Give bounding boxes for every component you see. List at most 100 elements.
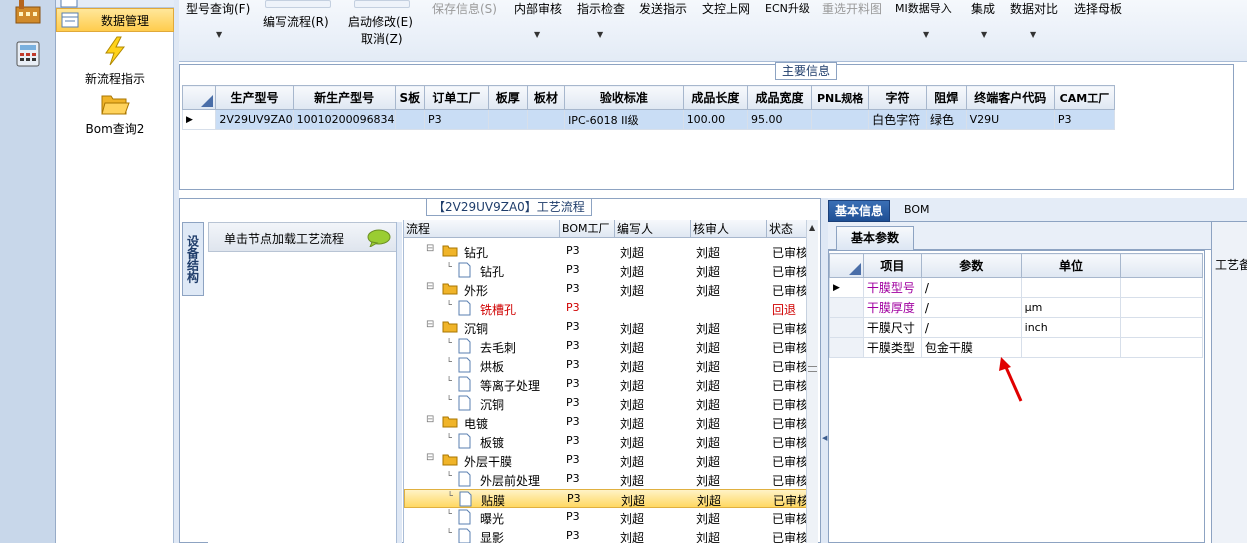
table-cell[interactable]: P3 bbox=[424, 109, 489, 130]
tree-row[interactable]: └ 外层前处理 P3 刘超 刘超 已审核 bbox=[404, 470, 808, 489]
tab-bom[interactable]: BOM bbox=[898, 200, 936, 222]
column-header[interactable]: 生产型号 bbox=[215, 85, 294, 110]
table-cell[interactable]: 白色字符 bbox=[868, 109, 927, 130]
table-cell[interactable]: 10010200096834 bbox=[292, 109, 396, 130]
internal-review-button[interactable]: 内部审核 bbox=[514, 0, 562, 17]
tree-row[interactable]: └ 显影 P3 刘超 刘超 已审核 bbox=[404, 527, 808, 543]
collapse-arrow-icon[interactable]: ◀ bbox=[822, 434, 827, 442]
load-flow-hint[interactable]: 单击节点加载工艺流程 bbox=[208, 222, 400, 252]
splitter[interactable] bbox=[396, 222, 402, 543]
table-cell[interactable]: 100.00 bbox=[682, 109, 749, 130]
chevron-down-icon[interactable]: ▼ bbox=[216, 30, 222, 39]
tree-row[interactable]: ⊟ 外层干膜 P3 刘超 刘超 已审核 bbox=[404, 451, 808, 470]
column-header[interactable]: 板材 bbox=[526, 85, 566, 110]
param-value[interactable]: / bbox=[920, 317, 1022, 338]
splitter[interactable]: ◀ bbox=[821, 198, 828, 543]
select-mother-button[interactable]: 选择母板 bbox=[1074, 0, 1122, 17]
column-header[interactable]: 成品长度 bbox=[682, 85, 749, 110]
column-header[interactable]: 订单工厂 bbox=[424, 85, 489, 110]
start-modify-button[interactable]: 启动修改(E) bbox=[348, 13, 413, 30]
column-header[interactable]: 状态 bbox=[767, 220, 808, 238]
chevron-down-icon[interactable]: ▼ bbox=[923, 30, 929, 39]
column-header[interactable]: 单位 bbox=[1020, 253, 1122, 278]
tree-row[interactable]: └ 板镀 P3 刘超 刘超 已审核 bbox=[404, 432, 808, 451]
vertical-scrollbar[interactable]: ▲ bbox=[806, 220, 818, 543]
save-info-button[interactable]: 保存信息(S) bbox=[432, 0, 497, 17]
tree-row[interactable]: ⊟ 电镀 P3 刘超 刘超 已审核 bbox=[404, 413, 808, 432]
tab-basic-params[interactable]: 基本参数 bbox=[836, 226, 915, 250]
tree-row[interactable]: └ 曝光 P3 刘超 刘超 已审核 bbox=[404, 508, 808, 527]
table-row[interactable]: ▶ 2V29UV9ZA0 10010200096834 P3 IPC-6018 … bbox=[181, 109, 1116, 130]
model-query-button[interactable]: 型号查询(F) bbox=[186, 0, 250, 17]
param-value[interactable]: / bbox=[920, 297, 1022, 318]
tab-basic-info[interactable]: 基本信息 bbox=[828, 200, 891, 222]
column-header[interactable]: 新生产型号 bbox=[292, 85, 396, 110]
chevron-down-icon[interactable]: ▼ bbox=[1030, 30, 1036, 39]
table-cell[interactable]: 95.00 bbox=[746, 109, 813, 130]
table-cell[interactable] bbox=[487, 109, 528, 130]
column-header[interactable]: 字符 bbox=[868, 85, 927, 110]
column-header[interactable]: 成品宽度 bbox=[746, 85, 813, 110]
tree-row[interactable]: └ 去毛刺 P3 刘超 刘超 已审核 bbox=[404, 337, 808, 356]
scroll-up-icon[interactable]: ▲ bbox=[809, 223, 815, 232]
tree-row[interactable]: └ 铣槽孔 P3 回退 bbox=[404, 299, 808, 318]
tree-row[interactable]: ⊟ 沉铜 P3 刘超 刘超 已审核 bbox=[404, 318, 808, 337]
doc-upload-button[interactable]: 文控上网 bbox=[702, 0, 750, 17]
column-header[interactable]: 参数 bbox=[920, 253, 1022, 278]
column-header[interactable]: 验收标准 bbox=[564, 85, 684, 110]
tree-row[interactable]: └ 沉铜 P3 刘超 刘超 已审核 bbox=[404, 394, 808, 413]
param-unit[interactable]: inch bbox=[1020, 317, 1122, 338]
calculator-icon[interactable] bbox=[12, 38, 44, 70]
send-instruction-button[interactable]: 发送指示 bbox=[639, 0, 687, 17]
column-header[interactable]: 核审人 bbox=[691, 220, 767, 238]
tree-collapse-icon[interactable]: ⊟ bbox=[426, 243, 434, 254]
tree-collapse-icon[interactable]: ⊟ bbox=[426, 414, 434, 425]
mi-import-button[interactable]: MI数据导入 bbox=[895, 0, 952, 16]
param-value[interactable]: / bbox=[920, 277, 1022, 298]
column-header[interactable]: PNL规格 bbox=[811, 85, 870, 110]
column-header[interactable]: S板 bbox=[394, 85, 426, 110]
param-unit[interactable]: μm bbox=[1020, 297, 1122, 318]
column-header[interactable]: BOM工厂 bbox=[560, 220, 615, 238]
column-header[interactable]: 板厚 bbox=[487, 85, 528, 110]
table-cell[interactable]: V29U bbox=[965, 109, 1055, 130]
table-row[interactable]: 干膜厚度 / μm bbox=[829, 297, 1203, 318]
table-cell[interactable] bbox=[394, 109, 426, 130]
cancel-button[interactable]: 取消(Z) bbox=[361, 30, 403, 47]
param-item[interactable]: 干膜尺寸 bbox=[862, 317, 922, 338]
tree-collapse-icon[interactable]: ⊟ bbox=[426, 319, 434, 330]
chevron-down-icon[interactable]: ▼ bbox=[534, 30, 540, 39]
table-row[interactable]: ▶ 干膜型号 / bbox=[829, 277, 1203, 298]
table-cell[interactable]: 2V29UV9ZA0 bbox=[215, 109, 294, 130]
column-header[interactable]: 终端客户代码 bbox=[965, 85, 1055, 110]
tree-collapse-icon[interactable]: ⊟ bbox=[426, 281, 434, 292]
tree-collapse-icon[interactable]: ⊟ bbox=[426, 452, 434, 463]
chevron-down-icon[interactable]: ▼ bbox=[597, 30, 603, 39]
instruction-check-button[interactable]: 指示检查 bbox=[577, 0, 625, 17]
column-header[interactable]: CAM工厂 bbox=[1053, 85, 1116, 110]
integration-button[interactable]: 集成 bbox=[971, 0, 995, 17]
edit-flow-button[interactable]: 编写流程(R) bbox=[263, 13, 329, 30]
tree-row[interactable]: └ 钻孔 P3 刘超 刘超 已审核 bbox=[404, 261, 808, 280]
table-cell[interactable]: P3 bbox=[1053, 109, 1116, 130]
param-item[interactable]: 干膜型号 bbox=[862, 277, 922, 298]
nav-data-management[interactable]: 数据管理 bbox=[56, 8, 174, 32]
param-item[interactable]: 干膜类型 bbox=[862, 337, 922, 358]
chevron-down-icon[interactable]: ▼ bbox=[981, 30, 987, 39]
tree-row[interactable]: ⊟ 钻孔 P3 刘超 刘超 已审核 bbox=[404, 242, 808, 261]
column-header[interactable]: 编写人 bbox=[615, 220, 691, 238]
nav-item-new-flow[interactable]: 新流程指示 bbox=[56, 36, 174, 87]
table-cell[interactable]: IPC-6018 II级 bbox=[564, 109, 684, 130]
table-cell[interactable] bbox=[526, 109, 566, 130]
param-unit[interactable] bbox=[1020, 337, 1122, 358]
reselect-cut-button[interactable]: 重选开料图 bbox=[822, 0, 882, 17]
tree-row[interactable]: ⊟ 外形 P3 刘超 刘超 已审核 bbox=[404, 280, 808, 299]
table-cell[interactable]: 绿色 bbox=[925, 109, 967, 130]
tree-row[interactable]: └ 烘板 P3 刘超 刘超 已审核 bbox=[404, 356, 808, 375]
factory-icon[interactable] bbox=[12, 0, 44, 26]
tree-row[interactable]: └ 等离子处理 P3 刘超 刘超 已审核 bbox=[404, 375, 808, 394]
param-unit[interactable] bbox=[1020, 277, 1122, 298]
column-header[interactable]: 阻焊 bbox=[925, 85, 967, 110]
scroll-grip-icon[interactable] bbox=[808, 366, 817, 372]
tab-equipment-structure[interactable]: 设备结构 bbox=[182, 222, 204, 296]
